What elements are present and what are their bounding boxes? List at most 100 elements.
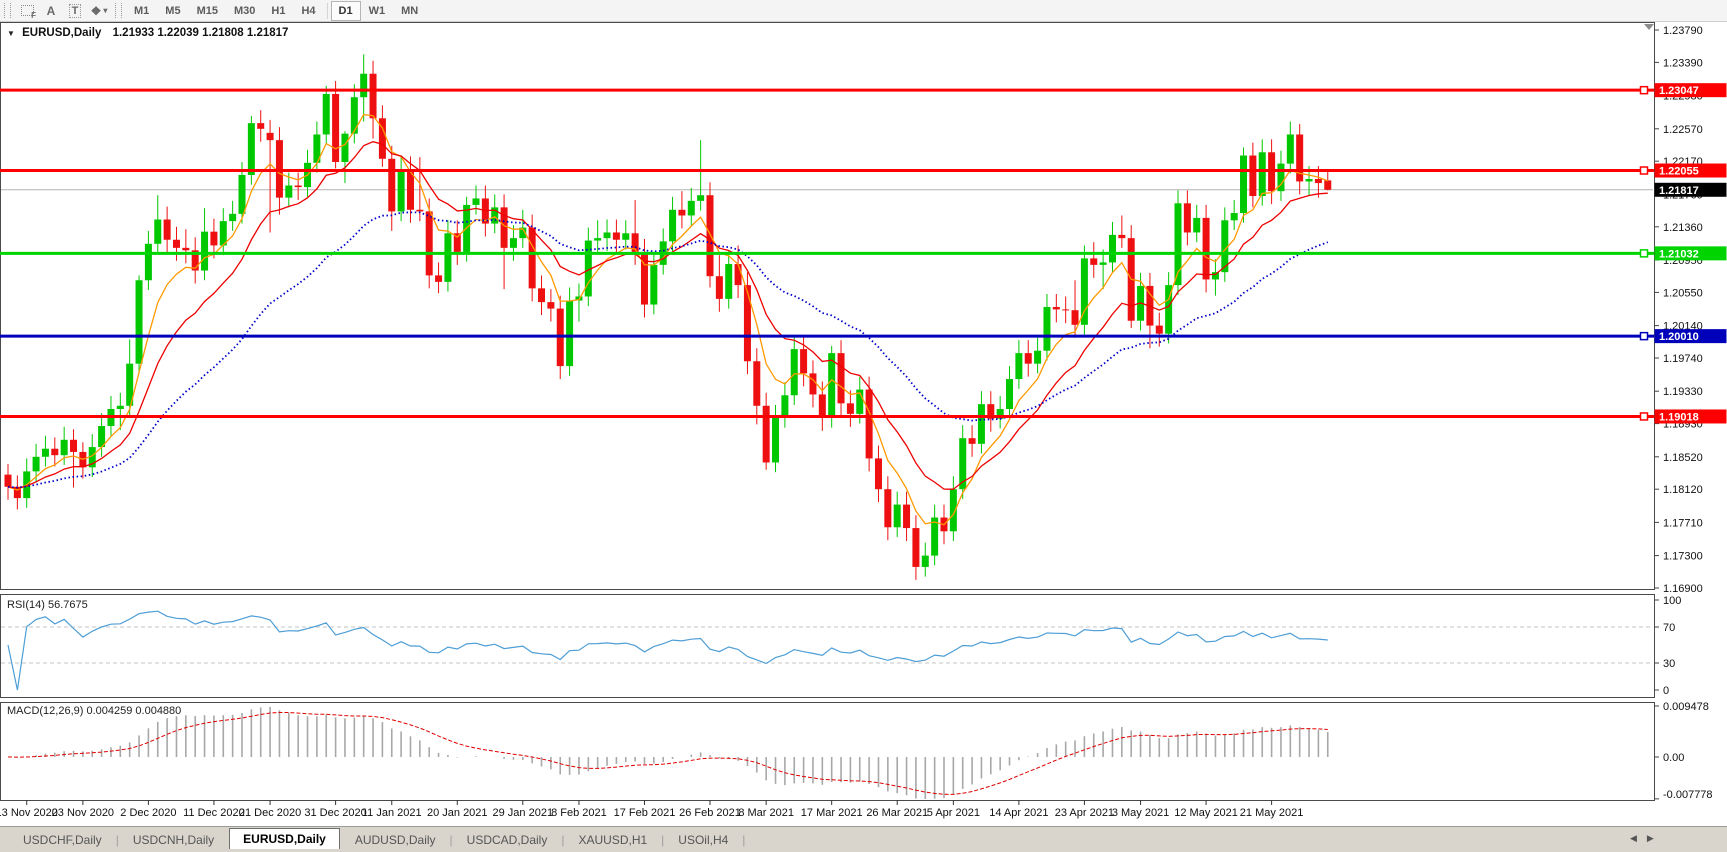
candle-body [781, 395, 789, 418]
shapes-icon: ❖ [90, 3, 102, 18]
level-line-handle[interactable] [1639, 331, 1649, 341]
candle-body [1024, 353, 1032, 364]
dropdown-caret-icon: ▾ [103, 6, 108, 15]
candle-body [1183, 203, 1191, 233]
candle-body [257, 123, 265, 129]
date-axis-label: 14 Apr 2021 [989, 807, 1048, 819]
date-axis-label: 21 Dec 2020 [239, 807, 301, 819]
level-price-tag-text: 1.23047 [1659, 85, 1699, 97]
candle-body [725, 264, 733, 299]
tabs-scroll-right-icon[interactable]: ▶ [1647, 833, 1654, 844]
candle-body [144, 243, 152, 281]
timeframe-button-w1[interactable]: W1 [361, 2, 394, 20]
candle-body [977, 404, 985, 444]
candle-body [762, 405, 770, 463]
ohlc-values: 1.21933 1.22039 1.21808 1.21817 [112, 27, 289, 39]
candle-body [360, 73, 368, 98]
label-box-tool-button[interactable]: T [63, 2, 87, 20]
candle-body [1006, 379, 1014, 410]
level-price-tag-text: 1.21032 [1659, 248, 1699, 260]
tab-separator: | [449, 833, 453, 847]
tab-usdcnh-daily[interactable]: USDCNH,Daily [120, 831, 227, 849]
collapse-one-click-icon[interactable]: ▼ [7, 29, 15, 38]
macd-panel[interactable] [0, 702, 1655, 801]
date-axis-label: 13 Nov 2020 [0, 807, 58, 819]
date-axis-label: 23 Apr 2021 [1055, 807, 1114, 819]
candle-body [1015, 353, 1023, 380]
candle-body [538, 288, 546, 303]
tab-audusd-daily[interactable]: AUDUSD,Daily [342, 831, 449, 849]
candle-body [4, 474, 12, 487]
candle-body [612, 232, 620, 240]
drawing-tools-group: F A T ❖ ▾ [15, 2, 111, 20]
toolbar-grip[interactable] [115, 3, 122, 18]
candle-body [818, 394, 826, 418]
rsi-panel[interactable] [0, 594, 1655, 698]
candle-body [154, 219, 162, 244]
tab-eurusd-daily[interactable]: EURUSD,Daily [229, 828, 340, 849]
level-line-handle[interactable] [1639, 249, 1649, 258]
price-axis-label: 1.17300 [1663, 551, 1703, 563]
candle-body [828, 353, 836, 418]
timeframe-button-m15[interactable]: M15 [189, 2, 226, 20]
candle-body [528, 227, 536, 289]
candle-body [697, 195, 705, 201]
candle-body [285, 185, 293, 198]
candle-body [912, 528, 920, 567]
level-line-handle[interactable] [1639, 412, 1649, 421]
candle-body [1249, 155, 1257, 197]
level-line-handle[interactable] [1639, 166, 1649, 175]
candle-body [753, 361, 761, 406]
tab-usdchf-daily[interactable]: USDCHF,Daily [10, 831, 115, 849]
toolbar-grip[interactable] [4, 3, 11, 18]
tab-usoil-h4[interactable]: USOil,H4 [665, 831, 741, 849]
level-price-tag-text: 1.19018 [1659, 411, 1699, 423]
shapes-dropdown-tool-button[interactable]: ❖ ▾ [87, 2, 111, 20]
tab-usdcad-daily[interactable]: USDCAD,Daily [454, 831, 561, 849]
date-axis-label: 29 Jan 2021 [493, 807, 554, 819]
candle-body [1305, 179, 1313, 182]
candle-body [266, 132, 274, 141]
candle-body [472, 198, 480, 205]
candle-body [1099, 262, 1107, 265]
chart-canvas[interactable]: 1.237901.233901.229801.225701.221701.217… [0, 0, 1727, 852]
rsi-axis-label: 30 [1663, 658, 1675, 670]
timeframe-button-h4[interactable]: H4 [293, 2, 323, 20]
date-axis-label: 20 Jan 2021 [427, 807, 488, 819]
candle-body [70, 439, 78, 452]
candle-body [921, 555, 929, 567]
candle-body [332, 93, 340, 163]
rsi-axis-label: 100 [1663, 595, 1681, 607]
candle-body [1034, 350, 1042, 364]
candle-body [1108, 234, 1116, 263]
candle-body [416, 209, 424, 212]
level-line-handle[interactable] [1639, 85, 1649, 95]
candle-body [1090, 258, 1098, 265]
timeframe-button-h1[interactable]: H1 [263, 2, 293, 20]
timeframe-button-m1[interactable]: M1 [126, 2, 157, 20]
candle-body [1118, 234, 1126, 239]
tabs-scroll-left-icon[interactable]: ◀ [1630, 833, 1637, 844]
candle-body [1071, 310, 1079, 325]
text-annotation-tool-button[interactable]: A [39, 2, 63, 20]
candle-body [1286, 134, 1294, 164]
timeframe-group: M1 M5 M15 M30 H1 H4 D1 W1 MN [126, 0, 426, 21]
timeframe-button-m5[interactable]: M5 [157, 2, 188, 20]
macd-axis-label: 0.009478 [1663, 701, 1709, 713]
level-price-tag-text: 1.20010 [1659, 331, 1699, 343]
candle-body [172, 239, 180, 248]
candle-body [790, 349, 798, 396]
candle-body [650, 264, 658, 305]
tab-scroll-arrows: ◀ ▶ [1630, 833, 1654, 844]
timeframe-button-d1[interactable]: D1 [330, 0, 361, 21]
timeframe-button-m30[interactable]: M30 [226, 2, 263, 20]
price-axis-label: 1.23790 [1663, 25, 1703, 37]
tab-xauusd-h1[interactable]: XAUUSD,H1 [565, 831, 660, 849]
timeframe-button-mn[interactable]: MN [393, 2, 426, 20]
main-chart-panel[interactable] [0, 22, 1655, 590]
date-axis-label: 8 Mar 2021 [738, 807, 794, 819]
candle-body [51, 448, 59, 456]
candle-body [275, 140, 283, 198]
tab-separator: | [661, 833, 665, 847]
cursor-grid-tool-button[interactable]: F [15, 2, 39, 20]
